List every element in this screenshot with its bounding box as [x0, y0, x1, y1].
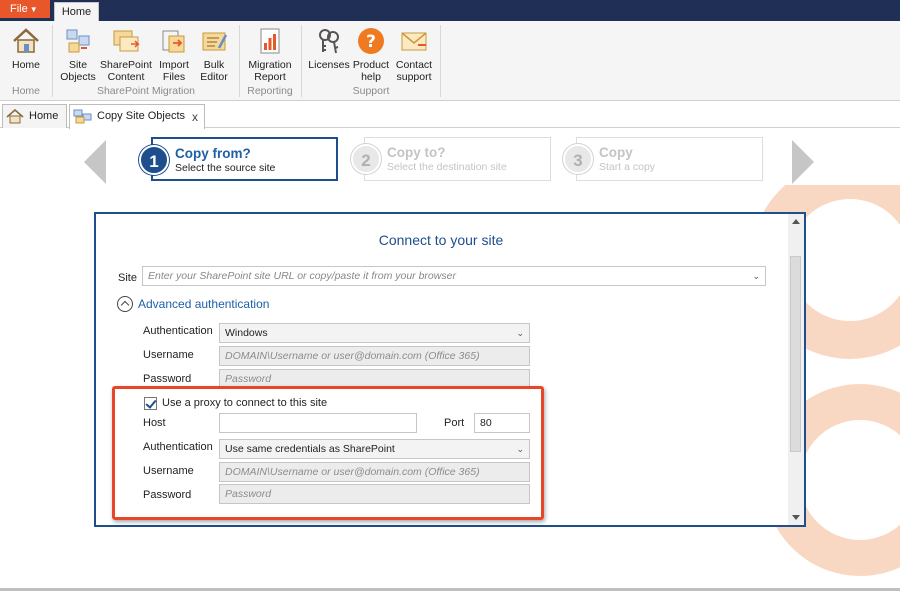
migration-report-icon: [260, 28, 280, 54]
site-url-input[interactable]: Enter your SharePoint site URL or copy/p…: [142, 266, 766, 286]
licenses-button[interactable]: Licenses: [307, 26, 351, 71]
authentication-label: Authentication: [143, 325, 213, 337]
help-icon: ?: [358, 28, 384, 54]
group-label-reporting: Reporting: [247, 85, 293, 97]
step-title: Copy from?: [175, 146, 251, 161]
envelope-icon: [401, 32, 427, 51]
import-files-icon: [162, 30, 185, 53]
sharepoint-content-icon: [113, 30, 140, 52]
close-tab-icon[interactable]: x: [192, 106, 198, 128]
sharepoint-content-button[interactable]: SharePoint Content: [100, 26, 152, 83]
group-separator: [440, 25, 441, 97]
collapse-up-icon[interactable]: [117, 296, 133, 312]
group-separator: [239, 25, 240, 97]
contact-support-label-2: support: [396, 71, 432, 83]
ribbon-tab-home[interactable]: Home: [54, 2, 99, 21]
sharepoint-content-label-1: SharePoint: [100, 59, 152, 71]
wizard-step-copy[interactable]: 3 Copy Start a copy: [563, 137, 763, 181]
bulk-editor-icon: [202, 32, 228, 51]
file-menu-button[interactable]: File ▼: [0, 0, 50, 18]
wizard-step-copy-from[interactable]: 1 Copy from? Select the source site: [139, 137, 338, 181]
group-separator: [52, 25, 53, 97]
file-label: File: [10, 3, 28, 15]
dropdown-arrow-icon: ▼: [29, 5, 38, 14]
wizard-step-copy-to[interactable]: 2 Copy to? Select the destination site: [351, 137, 551, 181]
wizard-next-arrow-icon[interactable]: [792, 140, 814, 184]
product-help-label-2: help: [361, 71, 381, 83]
doc-tab-home[interactable]: Home: [2, 104, 67, 128]
bulk-editor-button[interactable]: Bulk Editor: [196, 26, 232, 83]
site-objects-icon: [73, 109, 92, 124]
site-objects-button[interactable]: Site Objects: [58, 26, 98, 83]
import-files-button[interactable]: Import Files: [155, 26, 193, 83]
import-files-label-1: Import: [159, 59, 189, 71]
panel-scrollbar[interactable]: [788, 214, 804, 525]
sharepoint-content-label-2: Content: [107, 71, 145, 83]
advanced-authentication-toggle[interactable]: Advanced authentication: [138, 297, 269, 311]
contact-support-button[interactable]: Contact support: [393, 26, 435, 83]
contact-support-label-1: Contact: [395, 59, 433, 71]
site-objects-icon: [66, 29, 90, 53]
home-button-label-1: Home: [11, 59, 40, 71]
site-label: Site: [118, 272, 137, 284]
password-label: Password: [143, 373, 192, 385]
authentication-value: Windows: [225, 327, 268, 339]
site-objects-label-2: Objects: [60, 71, 96, 83]
group-label-sharepoint-migration: SharePoint Migration: [96, 85, 196, 97]
bulk-editor-label-2: Editor: [200, 71, 228, 83]
chevron-down-icon[interactable]: ⌄: [752, 267, 760, 285]
migration-report-label-1: Migration: [248, 59, 292, 71]
step-number-2: 2: [351, 144, 381, 174]
migration-report-button[interactable]: Migration Report: [245, 26, 295, 83]
doc-tab-copy-site-objects-label: Copy Site Objects: [97, 110, 186, 122]
step-title: Copy: [599, 145, 633, 160]
doc-tab-copy-site-objects[interactable]: Copy Site Objects x: [69, 104, 205, 129]
step-subtitle: Start a copy: [599, 161, 656, 173]
home-icon: [13, 28, 39, 53]
step-title: Copy to?: [387, 145, 446, 160]
step-number-1: 1: [139, 145, 169, 175]
ribbon: Home Home Site Objects SharePoint Conten…: [0, 21, 900, 101]
group-label-home: Home: [11, 85, 40, 97]
scroll-down-icon[interactable]: [792, 515, 800, 520]
username-label: Username: [143, 349, 194, 361]
authentication-select[interactable]: Windows ⌄: [219, 323, 530, 343]
product-help-button[interactable]: ? Product help: [352, 26, 390, 83]
step-subtitle: Select the destination site: [387, 161, 507, 173]
home-button[interactable]: Home: [8, 26, 44, 71]
username-input[interactable]: DOMAIN\Username or user@domain.com (Offi…: [219, 346, 530, 366]
doc-tab-home-label: Home: [29, 110, 59, 122]
title-bar: File ▼ Home: [0, 0, 900, 21]
document-tab-strip: Home Copy Site Objects x: [0, 101, 900, 129]
chevron-down-icon: ⌄: [516, 328, 524, 338]
site-objects-label-1: Site: [68, 59, 88, 71]
import-files-label-2: Files: [162, 71, 186, 83]
licenses-label-1: Licenses: [308, 59, 350, 71]
group-separator: [301, 25, 302, 97]
wizard-back-arrow-icon[interactable]: [84, 140, 106, 184]
site-url-placeholder: Enter your SharePoint site URL or copy/p…: [148, 270, 456, 282]
svg-text:?: ?: [366, 32, 376, 52]
step-subtitle: Select the source site: [175, 162, 276, 174]
scroll-up-icon[interactable]: [792, 219, 800, 224]
migration-report-label-2: Report: [254, 71, 286, 83]
bulk-editor-label-1: Bulk: [203, 59, 225, 71]
connect-title: Connect to your site: [378, 232, 504, 248]
keys-icon: [319, 29, 339, 54]
step-number-3: 3: [563, 144, 593, 174]
scroll-thumb[interactable]: [790, 256, 801, 452]
product-help-label-1: Product: [352, 59, 390, 71]
group-label-support: Support: [352, 85, 390, 97]
home-icon: [6, 109, 24, 124]
proxy-section-highlight: [112, 386, 544, 520]
